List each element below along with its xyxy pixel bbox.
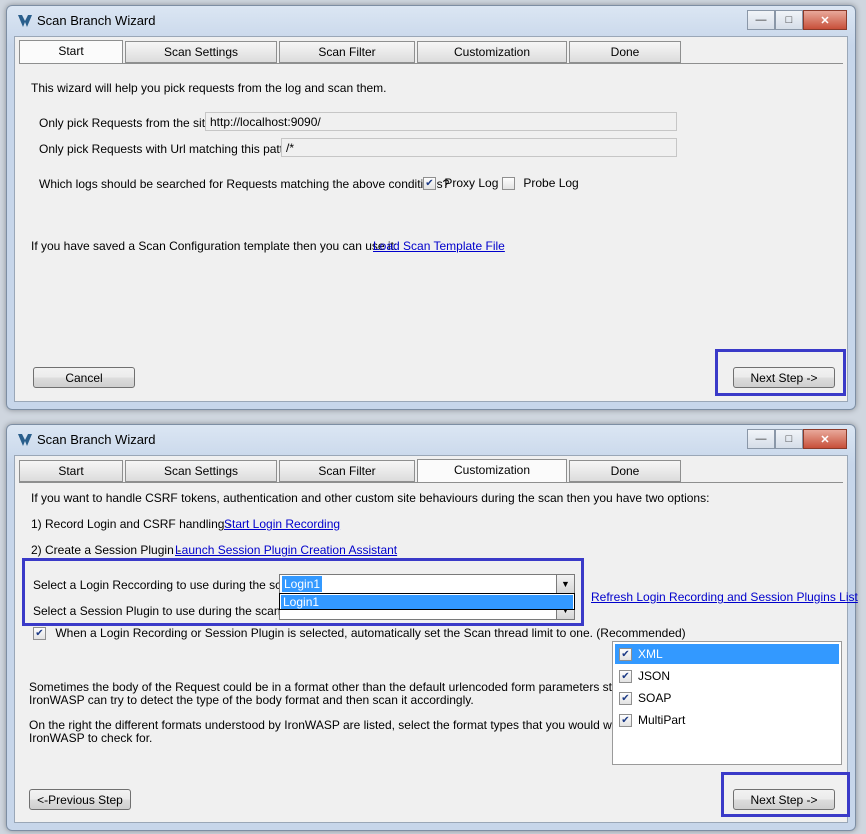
- option1-text: 1) Record Login and CSRF handling -: [31, 517, 232, 531]
- next-step-highlight: [721, 772, 850, 817]
- ironwasp-logo-icon: [18, 434, 32, 446]
- list-item[interactable]: ✔ XML: [615, 644, 839, 664]
- body-formats-list[interactable]: ✔ XML ✔ JSON ✔ SOAP ✔ MultiPart: [612, 641, 842, 765]
- wizard-client-area: Start Scan Settings Scan Filter Customiz…: [14, 36, 848, 402]
- close-icon[interactable]: ✕: [803, 10, 847, 30]
- cancel-button[interactable]: Cancel: [33, 367, 135, 388]
- checkbox-checked-icon[interactable]: ✔: [619, 648, 632, 662]
- csrf-intro-text: If you want to handle CSRF tokens, authe…: [31, 491, 710, 505]
- template-text: If you have saved a Scan Configuration t…: [31, 239, 398, 253]
- tab-scan-filter[interactable]: Scan Filter: [279, 41, 415, 63]
- tab-customization[interactable]: Customization: [417, 41, 567, 63]
- checkbox-checked-icon[interactable]: ✔: [33, 627, 46, 641]
- scan-branch-wizard-window-customization: Scan Branch Wizard — □ ✕ Start Scan Sett…: [6, 424, 858, 831]
- tab-scan-filter[interactable]: Scan Filter: [279, 460, 415, 482]
- close-icon[interactable]: ✕: [803, 429, 847, 449]
- customization-panel: If you want to handle CSRF tokens, authe…: [19, 482, 858, 818]
- refresh-lists-link[interactable]: Refresh Login Recording and Session Plug…: [591, 590, 858, 604]
- tab-done[interactable]: Done: [569, 41, 681, 63]
- previous-step-button[interactable]: <-Previous Step: [29, 789, 131, 810]
- formats-text-2: IronWASP to check for.: [29, 731, 153, 745]
- probe-log-label: Probe Log: [523, 176, 579, 190]
- url-pattern-input[interactable]: /*: [281, 138, 677, 157]
- checkbox-checked-icon[interactable]: ✔: [423, 177, 436, 191]
- site-label: Only pick Requests from the site:: [39, 116, 216, 130]
- wizard-client-area: Start Scan Settings Scan Filter Customiz…: [14, 455, 858, 823]
- window-title: Scan Branch Wizard: [37, 13, 156, 28]
- option2-text: 2) Create a Session Plugin -: [31, 543, 182, 557]
- tab-start[interactable]: Start: [19, 40, 123, 64]
- start-login-recording-link[interactable]: Start Login Recording: [224, 517, 340, 531]
- logs-label: Which logs should be searched for Reques…: [39, 177, 450, 191]
- format-label: SOAP: [638, 691, 672, 705]
- probe-log-checkbox[interactable]: Probe Log: [502, 176, 579, 191]
- minimize-icon[interactable]: —: [747, 10, 775, 30]
- list-item[interactable]: ✔ SOAP: [615, 688, 839, 708]
- format-label: XML: [638, 647, 663, 661]
- maximize-icon[interactable]: □: [775, 429, 803, 449]
- list-item[interactable]: ✔ JSON: [615, 666, 839, 686]
- checkbox-checked-icon[interactable]: ✔: [619, 670, 632, 684]
- next-step-highlight: [715, 349, 846, 396]
- format-label: JSON: [638, 669, 671, 683]
- load-template-link[interactable]: Load Scan Template File: [373, 239, 505, 253]
- thread-limit-label: When a Login Recording or Session Plugin…: [55, 626, 686, 640]
- proxy-log-checkbox[interactable]: ✔ Proxy Log: [423, 176, 499, 191]
- tab-done[interactable]: Done: [569, 460, 681, 482]
- proxy-log-label: Proxy Log: [444, 176, 499, 190]
- intro-text: This wizard will help you pick requests …: [31, 81, 387, 95]
- checkbox-checked-icon[interactable]: ✔: [619, 692, 632, 706]
- maximize-icon[interactable]: □: [775, 10, 803, 30]
- tab-customization[interactable]: Customization: [417, 459, 567, 483]
- window-title: Scan Branch Wizard: [37, 432, 156, 447]
- tab-scan-settings[interactable]: Scan Settings: [125, 41, 277, 63]
- start-panel: This wizard will help you pick requests …: [19, 63, 843, 397]
- ironwasp-logo-icon: [18, 15, 32, 27]
- title-bar[interactable]: Scan Branch Wizard — □ ✕: [7, 6, 855, 36]
- site-input[interactable]: http://localhost:9090/: [205, 112, 677, 131]
- login-select-highlight: [22, 558, 584, 626]
- minimize-icon[interactable]: —: [747, 429, 775, 449]
- tab-start[interactable]: Start: [19, 460, 123, 482]
- body-format-text-2: IronWASP can try to detect the type of t…: [29, 693, 474, 707]
- formats-text-1: On the right the different formats under…: [29, 718, 629, 732]
- format-label: MultiPart: [638, 713, 686, 727]
- body-format-text-1: Sometimes the body of the Request could …: [29, 680, 653, 694]
- url-pattern-label: Only pick Requests with Url matching thi…: [39, 142, 304, 156]
- checkbox-unchecked-icon[interactable]: [502, 177, 515, 191]
- tab-scan-settings[interactable]: Scan Settings: [125, 460, 277, 482]
- launch-session-plugin-link[interactable]: Launch Session Plugin Creation Assistant: [175, 543, 397, 557]
- checkbox-checked-icon[interactable]: ✔: [619, 714, 632, 728]
- thread-limit-checkbox[interactable]: ✔ When a Login Recording or Session Plug…: [33, 626, 686, 641]
- list-item[interactable]: ✔ MultiPart: [615, 710, 839, 730]
- title-bar[interactable]: Scan Branch Wizard — □ ✕: [7, 425, 855, 455]
